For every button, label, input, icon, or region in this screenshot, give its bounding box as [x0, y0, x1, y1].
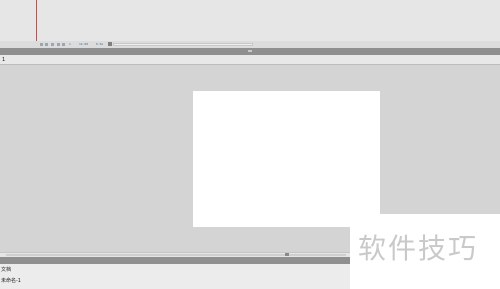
edit-multiple-frames-icon[interactable]: [57, 43, 60, 46]
timeline-scroll-left-button[interactable]: [108, 42, 112, 46]
timeline-panel[interactable]: [0, 0, 500, 47]
playhead[interactable]: [36, 0, 37, 47]
edit-bar: [0, 55, 500, 65]
document-label: 文档: [1, 267, 12, 273]
current-frame: 1: [69, 42, 71, 46]
scrollbar-grip-icon[interactable]: [285, 253, 289, 256]
timeline-horizontal-scrollbar[interactable]: [113, 43, 253, 46]
elapsed-time: 0.0s: [96, 42, 104, 46]
divider-grip-icon[interactable]: [248, 50, 252, 52]
stage-canvas[interactable]: [193, 91, 380, 227]
document-name: 未命名-1: [1, 278, 21, 284]
stage-scrollbar-thumb[interactable]: [6, 254, 346, 256]
modify-onion-markers-icon[interactable]: [62, 43, 65, 46]
frame-rate: 12.00: [79, 42, 89, 46]
onion-skin-icon[interactable]: [45, 43, 48, 46]
center-frame-icon[interactable]: [40, 43, 43, 46]
watermark-text: 软件技巧: [358, 232, 479, 265]
onion-outline-icon[interactable]: [51, 43, 54, 46]
scene-label[interactable]: 1: [2, 55, 5, 65]
